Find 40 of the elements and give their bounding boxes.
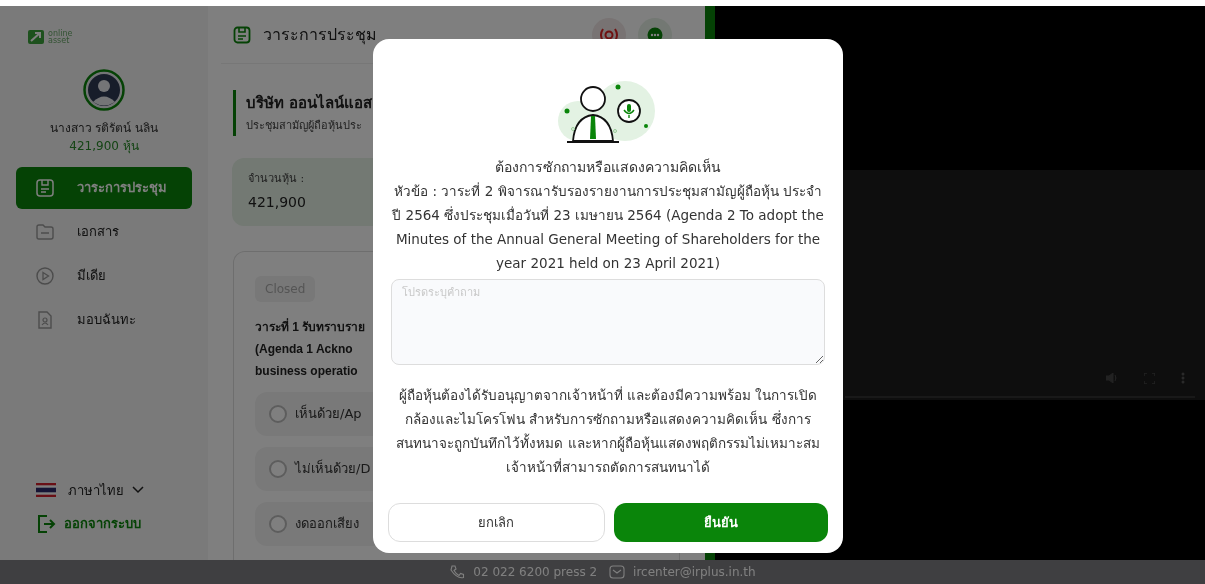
agenda-title-line: วาระที่ 1 รับทราบราย <box>255 317 366 336</box>
email-address: ircenter@irplus.in.th <box>633 564 756 581</box>
radio-button[interactable] <box>269 460 287 478</box>
agenda-title-line: (Agenda 1 Ackno <box>255 341 353 358</box>
agenda-icon <box>35 178 55 198</box>
language-selector[interactable]: ภาษาไทย <box>68 480 124 500</box>
nav-item[interactable]: วาระการประชุม <box>16 167 192 209</box>
share-value: 421,900 <box>248 192 306 212</box>
play-icon <box>35 266 55 286</box>
agenda-topic: หัวข้อ : วาระที่ 2 พิจารณารับรองรายงานการประชุมสามัญผู้ถือหุ้น ประจำปี 2564 ซึ่งประชุมเมื่อวันที่ 23 เมษายน 2564 (Agenda 2 To adopt the Minutes of the Annual General Meeting of Shareholders for the year 2021 held on 23 April 2021) <box>391 181 825 273</box>
chevron-down-icon[interactable] <box>132 486 144 495</box>
meeting-name: ประชุมสามัญผู้ถือหุ้นประ <box>246 117 362 134</box>
share-count: 421,900 หุ้น <box>69 138 139 155</box>
thai-flag-icon <box>36 483 56 498</box>
phone-number: 02 022 6200 press 2 <box>473 564 598 581</box>
logout-icon[interactable] <box>36 514 56 534</box>
confirm-button[interactable]: ยืนยัน <box>613 503 828 542</box>
page-title: วาระการประชุม <box>263 23 377 47</box>
cancel-button[interactable]: ยกเลิก <box>388 503 605 542</box>
arrow-logo-icon <box>28 30 44 44</box>
mail-icon <box>609 565 626 579</box>
agenda-title-line: business operatio <box>255 363 358 380</box>
logout-link[interactable]: ออกจากระบบ <box>64 514 141 534</box>
notice-text: ผู้ถือหุ้นต้องได้รับอนุญาตจากเจ้าหน้าที่ และต้องมีความพร้อม ในการเปิดกล้องและไมโครโฟน สำหรับการซักถามหรือแสดงความคิดเห็น ซึ่งการสนทนาจะถูกบันทึกไว้ทั้งหมด และหากผู้ถือหุ้นแสดงพฤติกรรมไม่เหมาะสม เจ้าหน้าที่สามารถตัดการสนทนาได้ <box>395 385 821 477</box>
user-name: นางสาว รติรัตน์ นลิน <box>49 120 159 137</box>
phone-icon <box>449 564 466 580</box>
logo-text: asset <box>48 37 70 44</box>
share-label: จำนวนหุ้น : <box>248 171 305 188</box>
logo-text: online <box>48 30 73 37</box>
agenda-icon <box>233 25 251 44</box>
radio-button[interactable] <box>269 515 287 533</box>
nav-item[interactable]: มอบฉันทะ <box>16 299 192 341</box>
radio-button[interactable] <box>269 405 287 423</box>
avatar-icon <box>83 69 125 111</box>
nav-item[interactable]: เอกสาร <box>16 211 192 253</box>
dialog-title: ต้องการซักถามหรือแสดงความคิดเห็น <box>495 157 721 177</box>
nav-item[interactable]: มีเดีย <box>16 255 192 297</box>
folder-icon <box>35 222 55 242</box>
document-icon <box>35 310 55 330</box>
company-name: บริษัท ออนไลน์แอส <box>246 92 373 114</box>
